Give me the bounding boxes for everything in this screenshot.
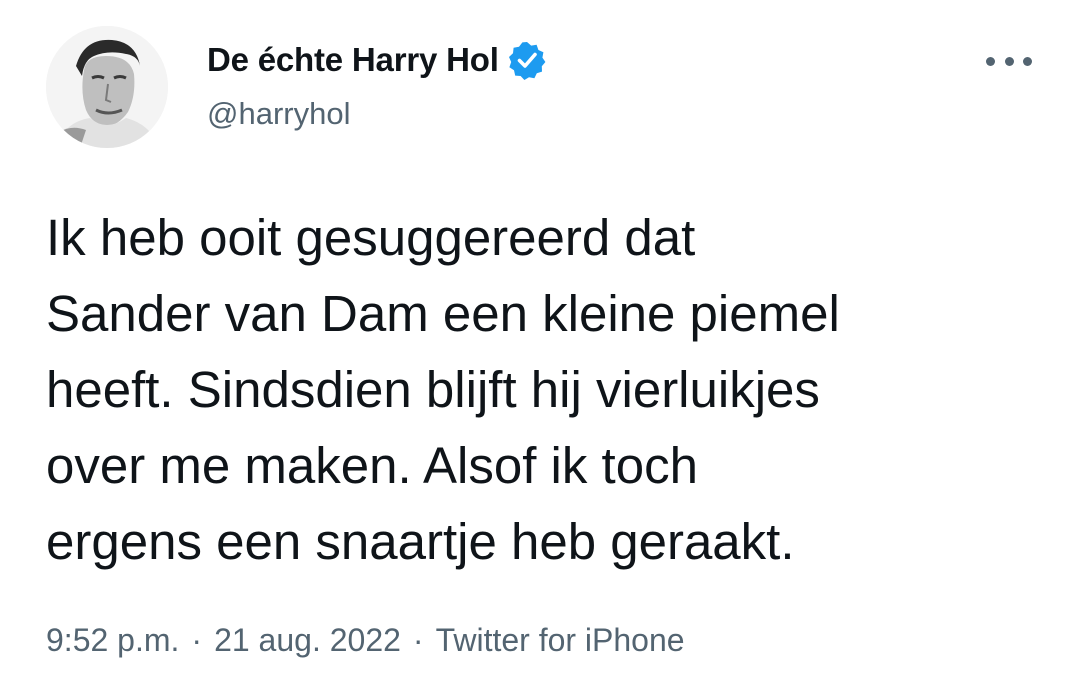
tweet-source[interactable]: Twitter for iPhone (436, 622, 685, 658)
author-row: De échte Harry Hol (207, 40, 547, 80)
tweet-time[interactable]: 9:52 p.m. (46, 622, 179, 658)
avatar[interactable] (46, 26, 168, 148)
author-handle[interactable]: @harryhol (207, 96, 350, 132)
more-dot (1004, 56, 1014, 66)
display-name[interactable]: De échte Harry Hol (207, 41, 499, 79)
more-dot (986, 56, 995, 66)
meta-separator: · (412, 622, 424, 658)
meta-separator: · (191, 622, 203, 658)
tweet-date[interactable]: 21 aug. 2022 (214, 622, 401, 658)
avatar-image (46, 26, 168, 148)
more-dot (1023, 56, 1032, 66)
more-options-icon[interactable] (986, 54, 1032, 68)
tweet-meta: 9:52 p.m. · 21 aug. 2022 · Twitter for iPhon… (46, 622, 685, 659)
tweet-card: De échte Harry Hol @harryhol Ik heb ooit… (0, 0, 1080, 696)
verified-badge-icon (507, 40, 547, 80)
tweet-text: Ik heb ooit gesuggereerd dat Sander van … (46, 209, 840, 570)
